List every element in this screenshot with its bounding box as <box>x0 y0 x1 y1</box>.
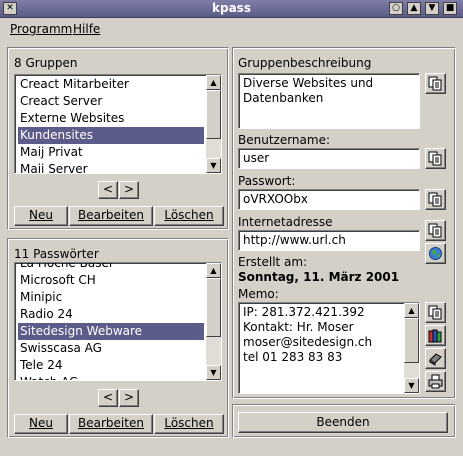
memo-scrollbar[interactable]: ▲ ▼ <box>404 303 419 393</box>
copy-password-button[interactable] <box>425 189 446 210</box>
scroll-down-icon[interactable]: ▼ <box>206 158 221 173</box>
groups-delete-button[interactable]: Löschen <box>154 206 224 226</box>
copy-url-button[interactable] <box>425 220 446 241</box>
copy-description-button[interactable] <box>425 73 446 94</box>
memo-label: Memo: <box>238 287 279 301</box>
menu-hilfe[interactable]: Hilfe <box>73 22 100 36</box>
book-icon <box>429 353 442 366</box>
scroll-thumb[interactable] <box>206 278 221 337</box>
password-label: Passwort: <box>238 174 296 188</box>
books-icon <box>428 329 442 343</box>
copy-icon <box>428 223 442 238</box>
scroll-down-icon[interactable]: ▼ <box>404 378 419 393</box>
passwords-edit-button[interactable]: Bearbeiten <box>69 414 153 434</box>
passwords-next-button[interactable]: > <box>119 389 139 407</box>
passwords-prev-button[interactable]: < <box>98 389 118 407</box>
memo-field[interactable]: IP: 281.372.421.392 Kontakt: Hr. Moser m… <box>238 302 420 394</box>
created-label: Erstellt am: <box>238 255 308 269</box>
list-item[interactable]: Maij Privat <box>18 144 204 161</box>
menu-programm[interactable]: Programm <box>10 22 72 36</box>
copy-icon <box>428 76 442 91</box>
list-item[interactable]: Creact Server <box>18 93 204 110</box>
title-bar[interactable]: ✕ kpass ○ ▲ ▼ ■ <box>0 0 463 18</box>
menu-bar: Programm Hilfe <box>0 19 463 41</box>
list-item[interactable]: La Hoche Basel <box>18 263 204 272</box>
list-item[interactable]: Creact Mitarbeiter <box>18 76 204 93</box>
groups-next-button[interactable]: > <box>119 181 139 199</box>
copy-username-button[interactable] <box>425 148 446 169</box>
created-date: Sonntag, 11. März 2001 <box>238 270 400 284</box>
password-field[interactable]: oVRXOObx <box>238 189 420 210</box>
groups-new-button[interactable]: Neu <box>14 206 68 226</box>
list-item[interactable]: Sitedesign Webware <box>18 323 204 340</box>
group-description-field[interactable]: Diverse Websites und Datenbanken <box>238 73 420 129</box>
copy-icon <box>428 305 442 320</box>
list-scrollbar[interactable]: ▲ ▼ <box>206 263 221 380</box>
groups-list[interactable]: Creact Mitarbeiter Creact Server Externe W… <box>14 74 222 174</box>
list-item[interactable]: Maij Server <box>18 161 204 173</box>
list-item[interactable]: Externe Websites <box>18 110 204 127</box>
scroll-thumb[interactable] <box>206 90 221 139</box>
groups-edit-button[interactable]: Bearbeiten <box>69 206 153 226</box>
group-description-label: Gruppenbeschreibung <box>238 56 372 70</box>
list-item[interactable]: Watch AG <box>18 374 204 380</box>
list-scrollbar[interactable]: ▲ ▼ <box>206 75 221 173</box>
minimize-icon[interactable]: ▼ <box>425 2 439 15</box>
list-item[interactable]: Swisscasa AG <box>18 340 204 357</box>
group-description-line: Datenbanken <box>243 91 324 105</box>
memo-line: Kontakt: Hr. Moser <box>243 320 354 334</box>
list-item[interactable]: Microsoft CH <box>18 272 204 289</box>
sticky-icon[interactable]: ○ <box>389 2 403 15</box>
passwords-list[interactable]: La Hoche Basel Microsoft CH Minipic Radio 2… <box>14 262 222 381</box>
url-label: Internetadresse <box>238 215 333 229</box>
scroll-up-icon[interactable]: ▲ <box>206 75 221 90</box>
memo-line: moser@sitedesign.ch <box>243 335 373 349</box>
quit-button[interactable]: Beenden <box>238 412 448 433</box>
groups-prev-button[interactable]: < <box>98 181 118 199</box>
list-item[interactable]: Kundensites <box>18 127 204 144</box>
memo-line: tel 01 283 83 83 <box>243 350 343 364</box>
list-item[interactable]: Tele 24 <box>18 357 204 374</box>
username-field[interactable]: user <box>238 148 420 169</box>
passwords-delete-button[interactable]: Löschen <box>154 414 224 434</box>
username-label: Benutzername: <box>238 133 331 147</box>
copy-memo-button[interactable] <box>425 302 446 323</box>
passwords-new-button[interactable]: Neu <box>14 414 68 434</box>
printer-icon <box>428 374 443 389</box>
copy-icon <box>428 151 442 166</box>
maximize-icon[interactable]: ■ <box>443 2 457 15</box>
memo-line: IP: 281.372.421.392 <box>243 305 365 319</box>
scroll-up-icon[interactable]: ▲ <box>206 263 221 278</box>
group-description-line: Diverse Websites und <box>243 76 374 90</box>
groups-header: 8 Gruppen <box>14 56 78 70</box>
print-button[interactable] <box>425 371 446 392</box>
copy-icon <box>428 192 442 207</box>
scroll-down-icon[interactable]: ▼ <box>206 365 221 380</box>
books-button[interactable] <box>425 325 446 346</box>
open-url-button[interactable] <box>425 243 446 264</box>
list-item[interactable]: Minipic <box>18 289 204 306</box>
scroll-up-icon[interactable]: ▲ <box>404 303 419 318</box>
shade-icon[interactable]: ▲ <box>407 2 421 15</box>
list-item[interactable]: Radio 24 <box>18 306 204 323</box>
passwords-header: 11 Passwörter <box>14 247 99 261</box>
scroll-thumb[interactable] <box>404 318 419 363</box>
globe-icon <box>429 247 442 260</box>
book-button[interactable] <box>425 348 446 369</box>
url-field[interactable]: http://www.url.ch <box>238 230 420 251</box>
